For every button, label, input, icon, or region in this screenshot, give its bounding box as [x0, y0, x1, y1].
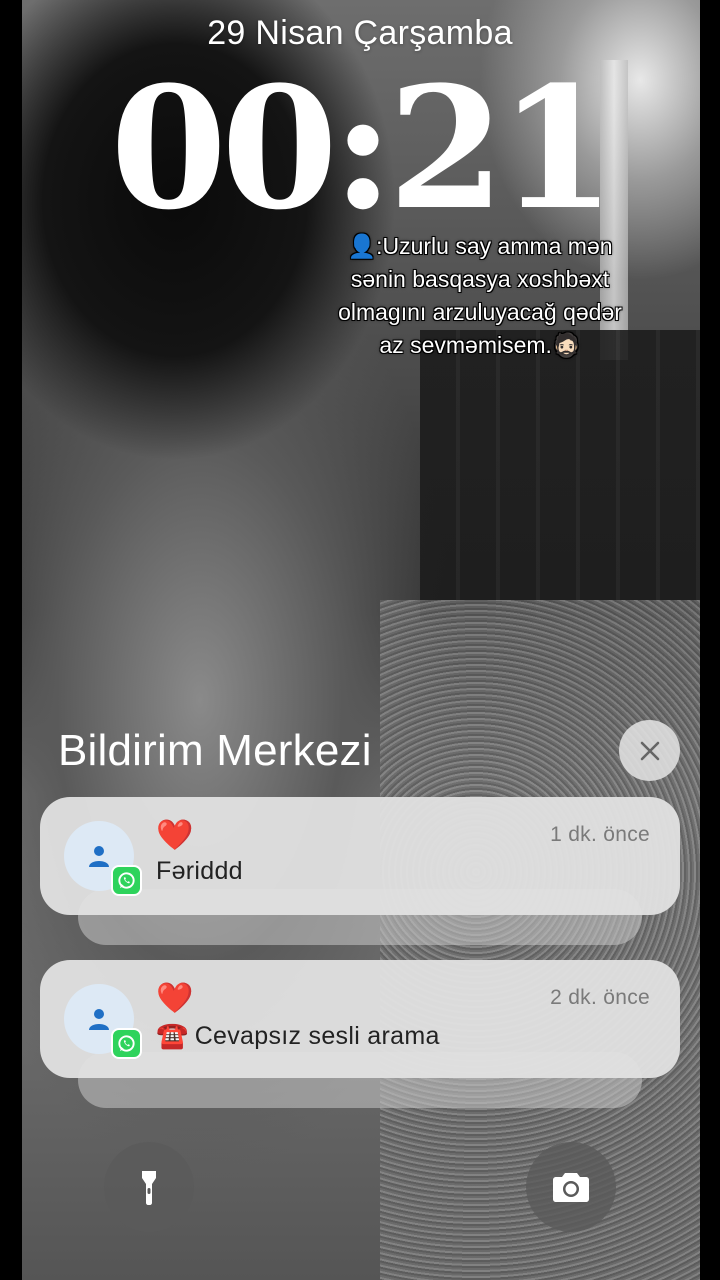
- lock-screen: 29 Nisan Çarşamba 00:21 👤:Uzurlu say amm…: [0, 0, 720, 1280]
- lock-date: 29 Nisan Çarşamba: [207, 14, 513, 52]
- wallpaper-fence: [420, 330, 700, 620]
- notification-message-text: Cevapsız sesli arama: [194, 1022, 440, 1050]
- camera-button[interactable]: [526, 1142, 616, 1232]
- notification-stack-2[interactable]: ❤️ ☎️ Cevapsız sesli arama 2 dk. önce: [40, 960, 680, 1110]
- notification-card[interactable]: ❤️ Fəriddd 1 dk. önce: [40, 797, 680, 915]
- notification-center-close-button[interactable]: [619, 720, 680, 781]
- whatsapp-glyph: [118, 1035, 135, 1052]
- camera-icon: [553, 1173, 589, 1202]
- notification-sender: Fəriddd: [156, 857, 243, 885]
- notification-card[interactable]: ❤️ ☎️ Cevapsız sesli arama 2 dk. önce: [40, 960, 680, 1078]
- notification-time: 1 dk. önce: [550, 823, 650, 846]
- flashlight-icon: [142, 1171, 156, 1205]
- heart-emoji: ❤️: [156, 982, 194, 1015]
- person-icon: [89, 1009, 109, 1030]
- heart-emoji: ❤️: [156, 819, 194, 852]
- close-icon: [640, 741, 659, 760]
- whatsapp-icon: [111, 865, 142, 896]
- whatsapp-icon: [111, 1028, 142, 1059]
- notification-center-title: Bildirim Merkezi: [58, 726, 372, 775]
- notification-time: 2 dk. önce: [550, 986, 650, 1009]
- telephone-icon: ☎️: [156, 1020, 189, 1050]
- person-icon: [89, 846, 109, 867]
- flashlight-button[interactable]: [104, 1142, 194, 1232]
- notification-stack-1[interactable]: ❤️ Fəriddd 1 dk. önce: [40, 797, 680, 947]
- video-caption: 👤:Uzurlu say amma mən sənin basqasya xos…: [338, 233, 622, 358]
- lock-time: 00:21: [110, 49, 616, 247]
- whatsapp-glyph: [118, 872, 135, 889]
- notification-message: ☎️ Cevapsız sesli arama: [156, 1020, 440, 1051]
